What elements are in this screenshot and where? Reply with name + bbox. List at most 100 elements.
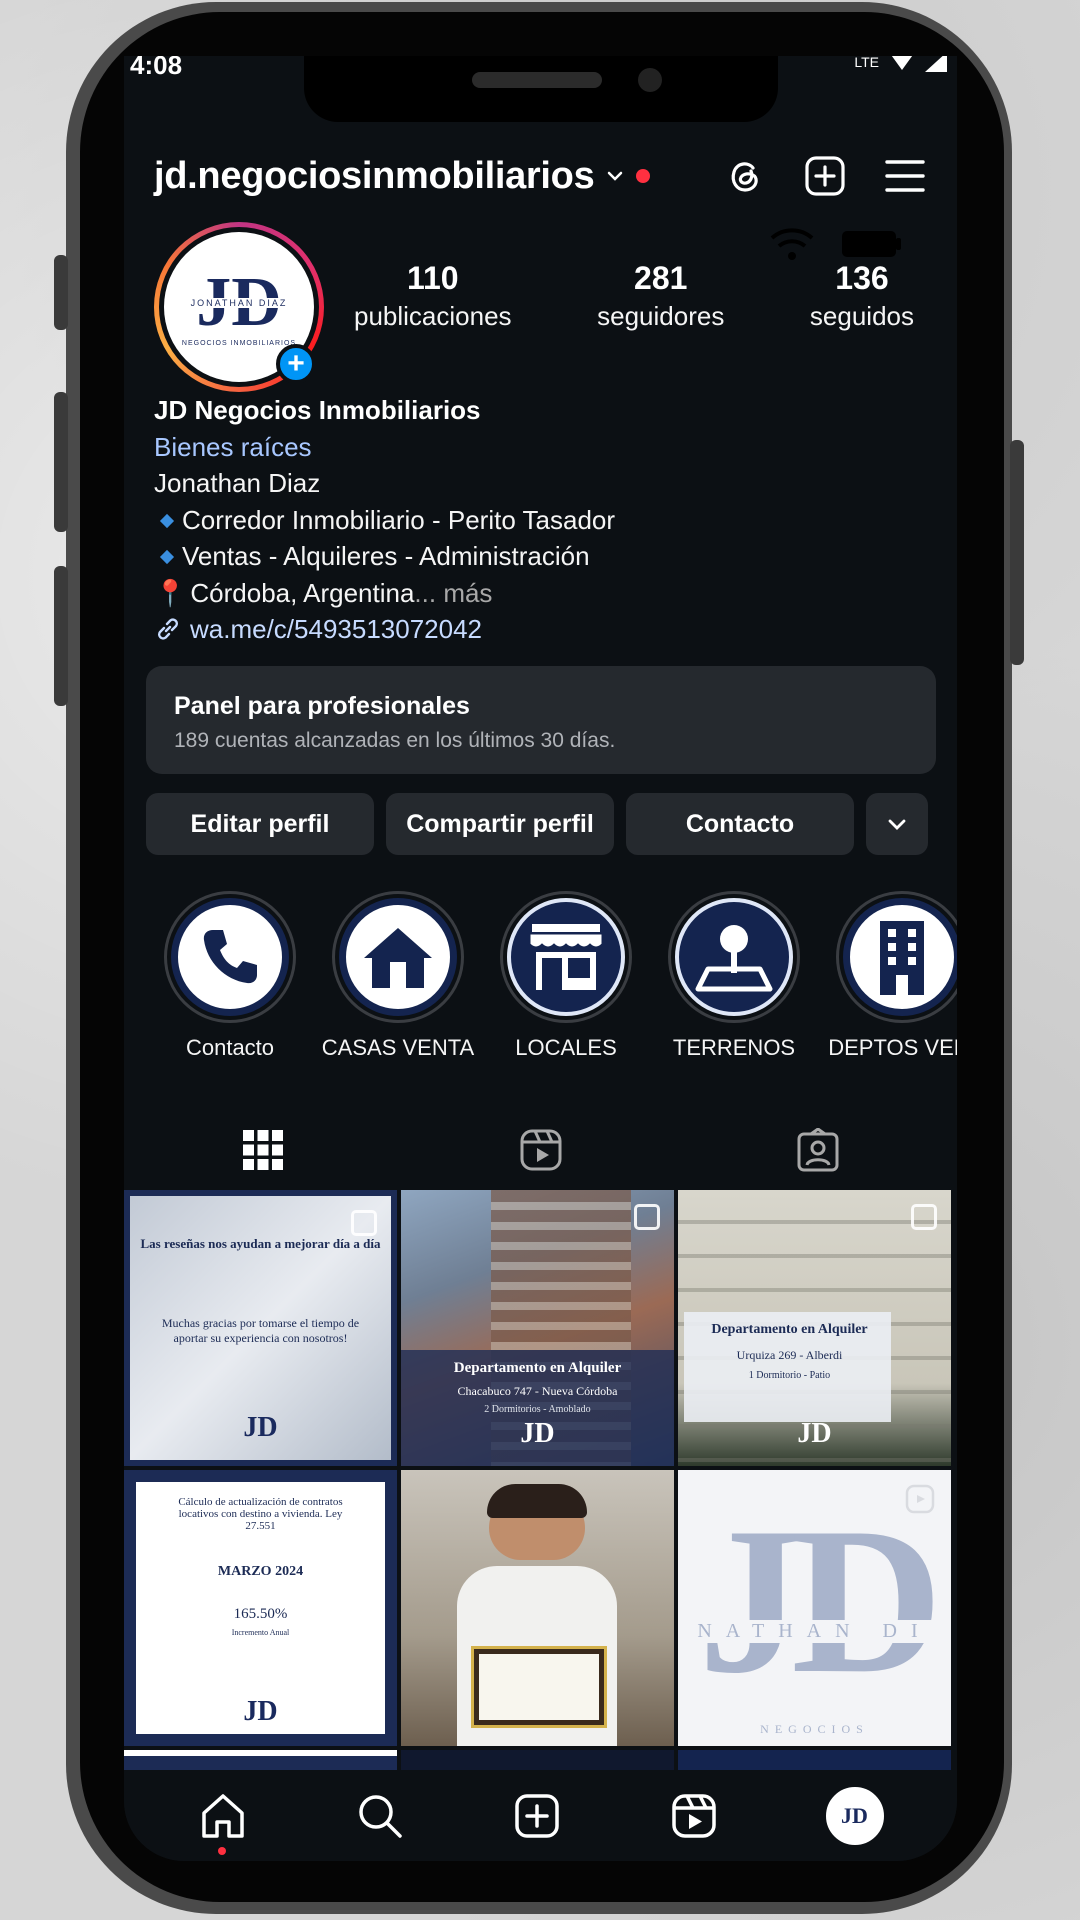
- profile-tabs: [124, 1106, 957, 1194]
- nav-profile-avatar[interactable]: JD: [825, 1786, 884, 1845]
- chevron-down-icon: [888, 819, 906, 830]
- carousel-icon: [634, 1204, 660, 1230]
- highlight-label: CASAS VENTA: [321, 1035, 475, 1060]
- profile-bio: JD Negocios Inmobiliarios Bienes raíces …: [154, 392, 934, 648]
- highlight-contacto[interactable]: Contacto: [146, 891, 314, 1061]
- dashboard-subtitle: 189 cuentas alcanzadas en los últimos 30…: [174, 729, 616, 752]
- link-icon: [158, 618, 178, 640]
- avatar-logo-name: JONATHAN DIAZ: [187, 298, 291, 308]
- post-extra: NEGOCIOS: [760, 1722, 869, 1736]
- more-link[interactable]: ... más: [414, 578, 492, 608]
- menu-icon[interactable]: [883, 154, 927, 198]
- post-logo: JD: [797, 1418, 832, 1449]
- contact-button[interactable]: Contacto: [626, 793, 854, 855]
- category-label[interactable]: Bienes raíces: [154, 429, 934, 466]
- post-extra: 2 Dormitorios - Amoblado: [484, 1404, 591, 1415]
- post-logo: JD: [520, 1418, 555, 1449]
- followers-label: seguidores: [597, 301, 725, 331]
- phone-side-button: [54, 392, 68, 532]
- avatar-logo-sub: NEGOCIOS INMOBILIARIOS: [181, 339, 297, 347]
- profile-summary: JD JONATHAN DIAZ NEGOCIOS INMOBILIARIOS …: [154, 222, 934, 402]
- speaker: [472, 72, 602, 88]
- tagged-user-icon: [797, 1128, 839, 1172]
- status-time: 4:08: [130, 56, 183, 80]
- post-title: Las reseñas nos ayudan a mejorar día a d…: [140, 1236, 381, 1251]
- posts-count: 110: [406, 260, 459, 296]
- suggestions-button[interactable]: [866, 793, 928, 855]
- profile-header: jd.negociosinmobiliarios: [124, 126, 957, 226]
- search-icon: [358, 1794, 402, 1838]
- post-body: NATHAN DI: [678, 1620, 951, 1643]
- bio-line: Ventas - Alquileres - Administración: [154, 538, 934, 575]
- storefront-icon: [529, 924, 603, 990]
- post-body: Chacabuco 747 - Nueva Córdoba: [457, 1384, 618, 1398]
- phone-icon: [203, 930, 257, 984]
- post-month: MARZO 2024: [217, 1564, 304, 1579]
- add-story-button[interactable]: +: [276, 344, 316, 384]
- bio-line: 📍 Córdoba, Argentina... más: [154, 577, 493, 608]
- followers-count: 281: [634, 260, 688, 296]
- bio-line: Corredor Inmobiliario - Perito Tasador: [154, 502, 934, 539]
- signal-icon: [891, 56, 913, 70]
- nav-search[interactable]: [355, 1791, 405, 1841]
- avatar-logo: JD: [841, 1802, 868, 1828]
- tab-posts-grid[interactable]: [124, 1106, 402, 1194]
- post-tile[interactable]: [401, 1470, 674, 1746]
- nav-create[interactable]: [512, 1791, 562, 1841]
- network-label: LTE: [854, 56, 879, 70]
- tab-tagged[interactable]: [679, 1106, 957, 1194]
- threads-icon[interactable]: [723, 154, 767, 198]
- stat-following[interactable]: 136 seguidos: [810, 260, 914, 332]
- username-switcher[interactable]: jd.negociosinmobiliarios: [154, 155, 595, 198]
- land-plot-icon: [695, 925, 773, 992]
- grid-icon: [242, 1130, 283, 1170]
- reels-icon: [520, 1129, 561, 1171]
- share-profile-button[interactable]: Compartir perfil: [386, 793, 614, 855]
- highlight-casas-venta[interactable]: CASAS VENTA: [314, 891, 482, 1061]
- highlight-label: DEPTOS VEN.: [828, 1035, 957, 1060]
- create-post-icon[interactable]: [803, 154, 847, 198]
- post-tile[interactable]: Departamento en Alquiler Urquiza 269 - A…: [678, 1190, 951, 1466]
- tab-reels[interactable]: [402, 1106, 680, 1194]
- post-tile[interactable]: JD NATHAN DI NEGOCIOS: [678, 1470, 951, 1746]
- edit-profile-button[interactable]: Editar perfil: [146, 793, 374, 855]
- post-title: Departamento en Alquiler: [453, 1360, 622, 1376]
- post-extra: 1 Dormitorio - Patio: [748, 1370, 831, 1381]
- bottom-navigation: JD: [124, 1770, 957, 1861]
- create-icon: [514, 1793, 559, 1838]
- professional-dashboard[interactable]: Panel para profesionales 189 cuentas alc…: [146, 666, 936, 774]
- battery-outline-icon: [842, 231, 901, 257]
- highlight-label: LOCALES: [515, 1035, 617, 1060]
- post-logo: JD: [243, 1696, 278, 1727]
- nav-reels[interactable]: [669, 1791, 719, 1841]
- display-name: JD Negocios Inmobiliarios: [154, 395, 481, 425]
- following-label: seguidos: [809, 301, 914, 331]
- notification-dot: [636, 169, 651, 183]
- post-logo-large: JD: [698, 1485, 943, 1717]
- phone-side-button: [54, 566, 68, 706]
- highlight-label: Contacto: [185, 1035, 275, 1060]
- stat-posts[interactable]: 110 publicaciones: [354, 260, 512, 332]
- highlight-locales[interactable]: LOCALES: [482, 891, 650, 1061]
- dashboard-title: Panel para profesionales: [174, 692, 470, 720]
- post-logo: JD: [243, 1412, 278, 1443]
- highlight-terrenos[interactable]: TERRENOS: [650, 891, 818, 1061]
- nav-home[interactable]: [198, 1791, 248, 1855]
- post-tile[interactable]: Departamento en Alquiler Chacabuco 747 -…: [401, 1190, 674, 1466]
- post-body: Muchas gracias por tomarse el tiempo de …: [161, 1316, 360, 1345]
- post-tile[interactable]: Cálculo de actualización de contratos lo…: [124, 1470, 397, 1746]
- home-icon: [201, 1793, 244, 1838]
- blue-diamond-icon: [159, 549, 175, 565]
- bio-link[interactable]: wa.me/c/5493513072042: [154, 611, 934, 648]
- blue-diamond-icon: [159, 513, 175, 528]
- post-tile[interactable]: Las reseñas nos ayudan a mejorar día a d…: [124, 1190, 397, 1466]
- battery-icon: [925, 56, 947, 72]
- stat-followers[interactable]: 281 seguidores: [597, 260, 724, 332]
- highlight-deptos-venta[interactable]: DEPTOS VEN.: [818, 891, 957, 1061]
- bio-link-text: wa.me/c/5493513072042: [190, 614, 483, 644]
- story-highlights: Contacto CASAS VENTA LOCALES TERRENOS DE…: [146, 891, 957, 1061]
- notification-dot: [217, 1846, 226, 1855]
- chevron-down-icon[interactable]: [606, 167, 624, 185]
- notch: [304, 56, 778, 122]
- post-extra: Incremento Anual: [231, 1628, 290, 1637]
